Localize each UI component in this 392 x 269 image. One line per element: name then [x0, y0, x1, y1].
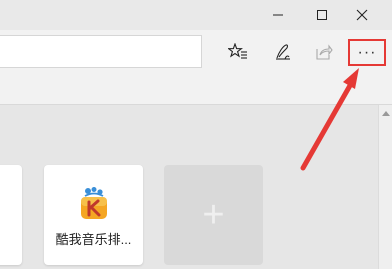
kuwo-music-icon — [81, 187, 107, 219]
address-bar[interactable] — [0, 35, 202, 68]
minimize-icon — [273, 14, 283, 16]
minimize-button[interactable] — [255, 0, 301, 30]
share-icon — [316, 44, 333, 60]
favorites-bar — [0, 74, 392, 105]
close-icon — [356, 9, 368, 21]
top-site-tile[interactable] — [0, 165, 22, 265]
add-site-tile[interactable]: + — [164, 165, 263, 265]
scroll-up-arrow-icon[interactable] — [382, 111, 390, 116]
plus-icon: + — [202, 194, 225, 236]
favorites-button[interactable] — [223, 37, 253, 67]
more-actions-button[interactable]: ··· — [350, 39, 384, 66]
maximize-icon — [317, 10, 327, 20]
top-site-tile-kuwo[interactable]: 酷我音乐排... — [44, 165, 143, 265]
tile-label: 酷我音乐排... — [55, 232, 132, 247]
close-button[interactable] — [339, 0, 385, 30]
share-button[interactable] — [309, 37, 339, 67]
web-note-button[interactable] — [268, 37, 298, 67]
vertical-scrollbar[interactable] — [378, 105, 392, 269]
pen-annotate-icon — [276, 44, 290, 60]
favorites-star-icon — [228, 43, 247, 59]
title-bar — [0, 0, 392, 30]
toolbar — [0, 30, 392, 74]
